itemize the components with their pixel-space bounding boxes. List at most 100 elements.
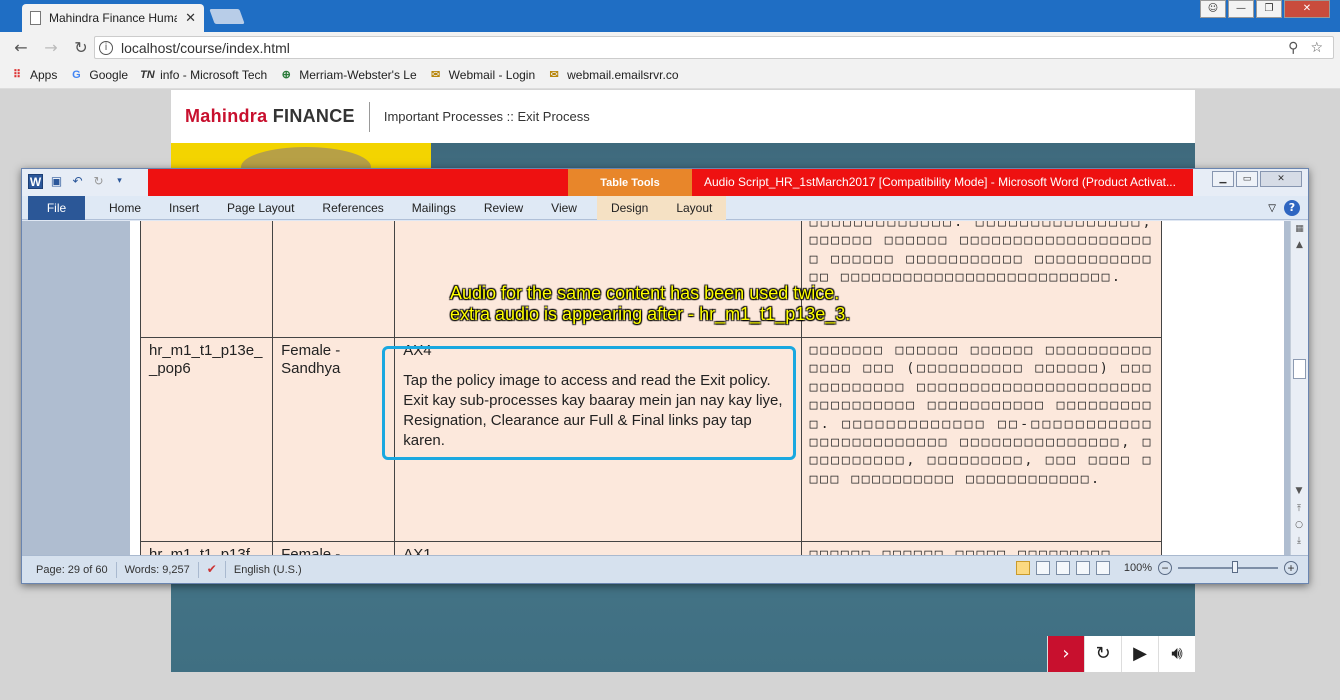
header-divider [368,101,370,132]
tab-page-layout[interactable]: Page Layout [213,196,308,220]
bookmark-merriam-webster[interactable]: ⊕ Merriam-Webster's Le [279,68,417,82]
table-cell[interactable] [139,221,274,338]
audio-id: hr_m1_t1_p13f [149,546,250,555]
redo-icon[interactable]: ↻ [91,174,106,189]
reload-icon[interactable]: ↻ [68,38,94,57]
word-window-controls: ▁ ▭ ✕ [1212,171,1302,187]
tab-layout[interactable]: Layout [662,195,727,220]
page-icon [30,11,41,25]
zoom-icon[interactable]: ⚲ [1288,40,1298,56]
print-layout-icon[interactable] [1015,561,1030,575]
table-cell[interactable]: AX1 [394,541,802,555]
bookmark-star-icon[interactable]: ☆ [1310,40,1323,56]
tab-close-icon[interactable]: ✕ [185,11,196,26]
customize-qat-icon[interactable]: ▾ [112,174,127,189]
select-browse-object-icon[interactable]: ○ [1291,517,1307,533]
scroll-up-arrow-icon[interactable]: ▲ [1291,237,1308,253]
scroll-thumb[interactable] [1293,359,1306,379]
table-cell[interactable]: □□□□□□ □□□□□□ □□□□□ □□□□□□□□□ [800,541,1163,555]
browser-toolbar: ← → ↻ i localhost/course/index.html ⚲ ☆ [0,32,1340,62]
zoom-slider-knob[interactable] [1232,561,1238,573]
mahindra-finance-logo: Mahindra FINANCE [185,106,355,126]
url-text[interactable]: localhost/course/index.html [121,40,1288,56]
tab-mailings[interactable]: Mailings [398,196,470,220]
status-bar: Page: 29 of 60 Words: 9,257 ✔︎ English (… [22,555,1308,583]
forward-arrow-icon[interactable]: → [38,38,64,57]
audio-id: hr_m1_t1_p13e__pop6 [149,342,263,377]
word-count[interactable]: Words: 9,257 [117,561,199,578]
annotation-line: Audio for the same content has been used… [450,283,840,303]
zoom-level[interactable]: 100% [1124,562,1152,574]
user-icon[interactable]: ☺ [1200,0,1226,18]
language-indicator[interactable]: English (U.S.) [226,562,310,578]
word-minimize-button[interactable]: ▁ [1212,171,1234,187]
tab-review[interactable]: Review [470,196,537,220]
undo-icon[interactable]: ↶ [70,174,85,189]
course-title: Important Processes :: Exit Process [383,109,590,124]
table-cell[interactable] [272,221,396,338]
scroll-down-arrow-icon[interactable]: ▼ [1291,483,1307,499]
devanagari-text: □□□□□□ □□□□□□ □□□□□ □□□□□□□□□ [809,547,1112,555]
player-controls: › ↻ ▶ 🔊︎ [1047,636,1195,672]
table-cell[interactable]: hr_m1_t1_p13f [139,541,274,555]
zoom-in-icon[interactable]: + [1284,561,1298,575]
proofing-icon[interactable]: ✔︎ [199,561,226,578]
word-titlebar: W ▣ ↶ ↻ ▾ Table Tools Audio Script_HR_1s… [22,169,1308,196]
browser-tab[interactable]: Mahindra Finance Huma ✕ [22,4,204,32]
table-cell[interactable]: □□□□□□□□□□□□□. □□□□□□□□□□□□□□□, □□□□□□ □… [800,221,1163,338]
bookmark-webmail-login[interactable]: ✉ Webmail - Login [429,68,535,82]
quick-access-toolbar: W ▣ ↶ ↻ ▾ [28,174,127,189]
replay-icon[interactable]: ↻ [1084,636,1121,672]
tab-references[interactable]: References [308,196,397,220]
word-close-button[interactable]: ✕ [1260,171,1302,187]
zoom-slider[interactable] [1178,561,1278,573]
page-count[interactable]: Page: 29 of 60 [22,561,117,578]
audio-code: AX1 [403,546,432,555]
save-icon[interactable]: ▣ [49,174,64,189]
new-tab-button[interactable] [209,9,245,24]
bookmark-webmail-emailsrvr[interactable]: ✉ webmail.emailsrvr.co [547,68,679,82]
info-icon[interactable]: i [99,40,113,55]
tab-insert[interactable]: Insert [155,196,213,220]
close-button[interactable]: ✕ [1284,0,1330,18]
vertical-scrollbar[interactable]: ▦ ▲ ▼ ⤒ ○ ⤓ [1290,221,1308,555]
web-layout-icon[interactable] [1055,561,1070,575]
minimize-button[interactable]: — [1228,0,1254,18]
bookmark-google[interactable]: G Google [69,68,128,82]
google-icon: G [72,69,81,81]
outline-icon[interactable] [1075,561,1090,575]
play-icon[interactable]: ▶ [1121,636,1158,672]
next-button[interactable]: › [1047,636,1084,672]
prev-page-icon[interactable]: ⤒ [1291,501,1307,517]
annotation-line: extra audio is appearing after - hr_m1_t… [450,304,851,324]
globe-icon: ⊕ [281,69,291,81]
table-cell[interactable]: Female - [272,541,396,555]
bookmark-apps[interactable]: ⠿ Apps [10,68,57,82]
back-arrow-icon[interactable]: ← [8,38,34,57]
tab-design[interactable]: Design [596,195,663,220]
minimize-ribbon-icon[interactable]: ▽ [1268,203,1276,214]
zoom-out-icon[interactable]: − [1158,561,1172,575]
help-icon[interactable]: ? [1284,200,1300,216]
table-tools-label: Table Tools [568,169,692,196]
bookmark-technet[interactable]: TN info - Microsoft Tech [140,68,267,82]
table-cell[interactable]: □□□□□□□ □□□□□□ □□□□□□ □□□□□□□□□□□□□□ □□□… [800,337,1163,542]
maximize-button[interactable]: ❐ [1256,0,1282,18]
table-cell[interactable]: hr_m1_t1_p13e__pop6 [139,337,274,542]
tab-file[interactable]: File [28,195,85,220]
envelope-icon: ✉ [549,69,559,81]
table-row: hr_m1_t1_p13f Female - AX1 □□□□□□ □□□□□□… [139,541,1163,555]
word-restore-button[interactable]: ▭ [1236,171,1258,187]
address-bar[interactable]: i localhost/course/index.html ⚲ ☆ [94,36,1334,59]
tab-home[interactable]: Home [95,196,155,220]
tab-view[interactable]: View [537,196,591,220]
volume-icon[interactable]: 🔊︎ [1158,636,1195,672]
table-cell[interactable]: Female - Sandhya [272,337,396,542]
browser-window-controls: ☺ — ❐ ✕ [1200,0,1330,18]
ruler-toggle-icon[interactable]: ▦ [1291,221,1308,237]
next-page-icon[interactable]: ⤓ [1291,533,1307,549]
voice-artist: Female - Sandhya [281,342,341,377]
draft-icon[interactable] [1095,561,1110,575]
word-logo-icon[interactable]: W [28,174,43,189]
full-screen-reading-icon[interactable] [1035,561,1050,575]
